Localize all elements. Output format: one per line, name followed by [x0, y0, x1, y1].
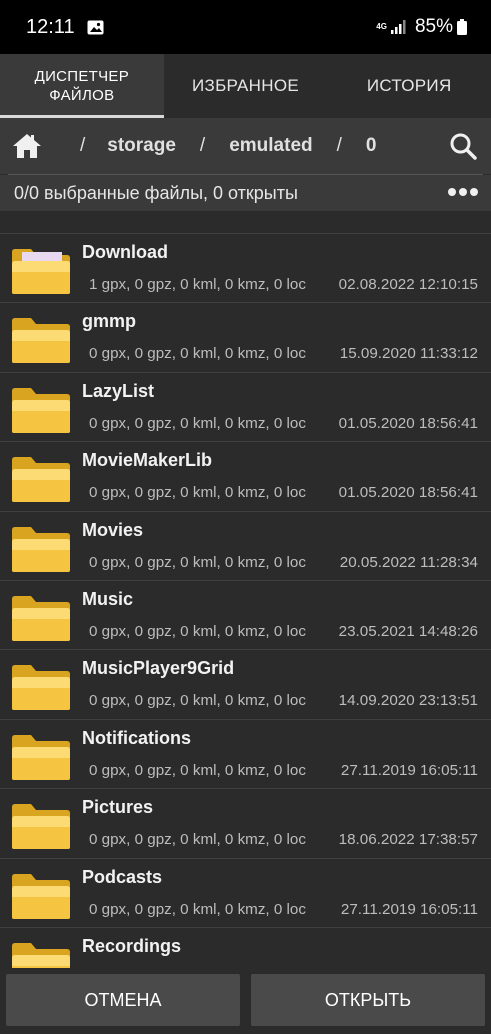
file-date: 01.05.2020 18:56:41 — [338, 414, 478, 432]
file-date: 27.11.2019 16:05:11 — [340, 761, 478, 779]
file-info: 0 gpx, 0 gpz, 0 kml, 0 kmz, 0 loc — [89, 831, 306, 849]
file-info: 1 gpx, 0 gpz, 0 kml, 0 kmz, 0 loc — [89, 276, 306, 293]
list-item[interactable]: Recordings — [0, 927, 491, 968]
action-bar: ОТМЕНА ОТКРЫТЬ — [0, 968, 491, 1034]
file-info: 0 gpx, 0 gpz, 0 kml, 0 kmz, 0 loc — [89, 414, 306, 432]
file-date: 23.05.2021 14:48:26 — [338, 623, 478, 640]
file-name: Notifications — [82, 727, 192, 748]
tab-file-manager-label: ДИСПЕТЧЕР ФАЙЛОВ — [34, 68, 130, 104]
file-name: gmmp — [82, 311, 136, 332]
folder-icon — [10, 315, 72, 365]
status-bar: 12:11 4G 85% — [0, 0, 491, 54]
file-date: 14.09.2020 23:13:51 — [338, 692, 478, 710]
list-item[interactable]: Notifications 0 gpx, 0 gpz, 0 kml, 0 kmz,… — [0, 718, 491, 788]
selection-status: 0/0 выбранные файлы, 0 открыты — [14, 182, 298, 203]
home-icon[interactable] — [12, 132, 42, 160]
file-info: 0 gpx, 0 gpz, 0 kml, 0 kmz, 0 loc — [89, 692, 306, 710]
path-separator: / — [80, 135, 86, 156]
file-date: 20.05.2022 11:28:34 — [339, 553, 478, 571]
battery-level: 85% — [414, 16, 453, 37]
folder-icon — [10, 940, 72, 968]
file-name: Movies — [82, 519, 144, 540]
signal-icon — [390, 20, 406, 34]
folder-icon — [10, 662, 72, 712]
folder-icon — [10, 454, 72, 504]
tab-favorites-label: ИЗБРАННОЕ — [192, 76, 299, 95]
file-info: 0 gpx, 0 gpz, 0 kml, 0 kmz, 0 loc — [89, 623, 306, 640]
folder-icon — [10, 593, 72, 643]
folder-icon — [10, 801, 72, 851]
path-segment-storage[interactable]: storage — [107, 135, 176, 157]
file-date: 18.06.2022 17:38:57 — [338, 831, 478, 849]
folder-icon — [10, 871, 72, 921]
folder-icon — [10, 524, 72, 574]
list-item[interactable]: Podcasts 0 gpx, 0 gpz, 0 kml, 0 kmz, 0 lo… — [0, 857, 491, 927]
file-info: 0 gpx, 0 gpz, 0 kml, 0 kmz, 0 loc — [89, 900, 306, 918]
search-icon[interactable] — [449, 132, 477, 160]
tab-history[interactable]: ИСТОРИЯ — [327, 54, 491, 118]
file-info: 0 gpx, 0 gpz, 0 kml, 0 kmz, 0 loc — [89, 761, 306, 779]
path-segment-0[interactable]: 0 — [366, 135, 377, 157]
folder-icon — [10, 732, 72, 782]
status-time: 12:11 — [26, 15, 75, 38]
file-name: Music — [82, 589, 134, 609]
tab-file-manager[interactable]: ДИСПЕТЧЕР ФАЙЛОВ — [0, 54, 164, 118]
list-item[interactable]: Download 1 gpx, 0 gpz, 0 kml, 0 kmz, 0 lo… — [0, 233, 491, 302]
path-separator: / — [336, 135, 342, 156]
folder-icon — [10, 385, 72, 435]
selection-bar: 0/0 выбранные файлы, 0 открыты — [0, 175, 491, 211]
status-indicators: 4G 85% — [376, 16, 467, 38]
list-item[interactable]: MovieMakerLib 0 gpx, 0 gpz, 0 kml, 0 kmz,… — [0, 441, 491, 510]
file-name: MovieMakerLib — [82, 450, 213, 471]
partial-row — [0, 211, 491, 233]
list-item[interactable]: Pictures 0 gpx, 0 gpz, 0 kml, 0 kmz, 0 lo… — [0, 788, 491, 857]
open-button[interactable]: ОТКРЫТЬ — [251, 974, 485, 1026]
file-name: Podcasts — [82, 866, 163, 887]
folder-icon — [10, 246, 72, 296]
file-info: 0 gpx, 0 gpz, 0 kml, 0 kmz, 0 loc — [89, 553, 306, 571]
path-separator: / — [199, 135, 206, 156]
list-item[interactable]: LazyList 0 gpx, 0 gpz, 0 kml, 0 kmz, 0 lo… — [0, 371, 491, 441]
list-item[interactable]: gmmp 0 gpx, 0 gpz, 0 kml, 0 kmz, 0 loc 15.… — [0, 302, 491, 371]
file-date: 15.09.2020 11:33:12 — [339, 345, 478, 363]
file-name: MusicPlayer9Grid — [82, 658, 235, 679]
file-name: Pictures — [82, 797, 154, 818]
file-date: 27.11.2019 16:05:11 — [340, 900, 478, 918]
list-item[interactable]: MusicPlayer9Grid 0 gpx, 0 gpz, 0 kml, 0 k… — [0, 649, 491, 718]
file-date: 02.08.2022 12:10:15 — [338, 276, 478, 293]
file-name: Recordings — [82, 936, 182, 956]
more-icon[interactable] — [447, 186, 479, 198]
file-info: 0 gpx, 0 gpz, 0 kml, 0 kmz, 0 loc — [89, 484, 306, 502]
file-date: 01.05.2020 18:56:41 — [338, 484, 478, 502]
path-segment-emulated[interactable]: emulated — [229, 135, 312, 157]
file-picker-screen: 12:11 4G 85% ДИСПЕТЧЕР ФАЙЛОВ ИЗБРАННОЕ … — [0, 0, 491, 1034]
list-item[interactable]: Music 0 gpx, 0 gpz, 0 kml, 0 kmz, 0 loc 23… — [0, 580, 491, 649]
file-list: Download 1 gpx, 0 gpz, 0 kml, 0 kmz, 0 lo… — [0, 211, 491, 968]
network-type: 4G — [376, 22, 387, 31]
cancel-button[interactable]: ОТМЕНА — [6, 974, 240, 1026]
file-name: Download — [82, 242, 168, 262]
breadcrumb: / storage / emulated / 0 — [0, 118, 491, 174]
tab-bar: ДИСПЕТЧЕР ФАЙЛОВ ИЗБРАННОЕ ИСТОРИЯ — [0, 54, 491, 118]
gallery-icon — [87, 20, 104, 34]
tab-history-label: ИСТОРИЯ — [366, 76, 452, 95]
battery-icon — [457, 19, 467, 35]
list-item[interactable]: Movies 0 gpx, 0 gpz, 0 kml, 0 kmz, 0 loc 2… — [0, 510, 491, 580]
tab-favorites[interactable]: ИЗБРАННОЕ — [164, 54, 328, 118]
file-name: LazyList — [82, 380, 155, 401]
file-info: 0 gpx, 0 gpz, 0 kml, 0 kmz, 0 loc — [89, 345, 306, 363]
